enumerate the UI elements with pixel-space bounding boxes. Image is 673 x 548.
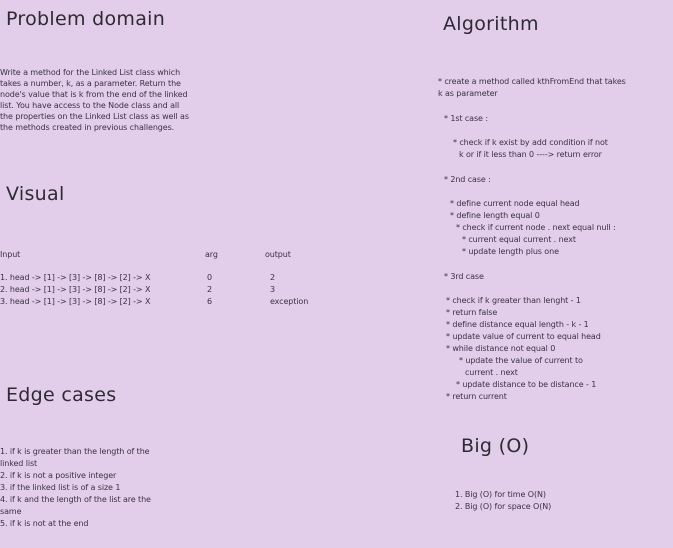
algorithm-line: * 3rd case [444, 272, 484, 281]
problem-line: Write a method for the Linked List class… [0, 68, 181, 77]
header-output: output [265, 250, 291, 259]
big-o-title: Big (O) [461, 435, 530, 457]
row-arg: 6 [207, 297, 212, 306]
algorithm-line: * check if k exist by add condition if n… [453, 138, 608, 147]
algorithm-line: * return current [446, 392, 507, 401]
visual-title: Visual [6, 183, 65, 205]
row-output: 3 [270, 285, 275, 294]
edge-line: 4. if k and the length of the list are t… [0, 495, 151, 504]
problem-line: the methods created in previous challeng… [0, 123, 175, 132]
algorithm-line: * update length plus one [462, 247, 559, 256]
algorithm-line: * 2nd case : [444, 175, 491, 184]
problem-line: list. You have access to the Node class … [0, 101, 180, 110]
edge-cases-title: Edge cases [6, 384, 117, 406]
header-input: Input [0, 250, 21, 259]
row-arg: 2 [207, 285, 212, 294]
problem-line: node's value that is k from the end of t… [0, 90, 188, 99]
edge-line: 2. if k is not a positive integer [0, 471, 117, 480]
edge-line: same [0, 507, 22, 516]
row-input: 2. head -> [1] -> [3] -> [8] -> [2] -> X [0, 285, 151, 294]
algorithm-line: * return false [446, 308, 498, 317]
edge-line: 5. if k is not at the end [0, 519, 89, 528]
algorithm-line: * current equal current . next [462, 235, 576, 244]
row-input: 3. head -> [1] -> [3] -> [8] -> [2] -> X [0, 297, 151, 306]
algorithm-line: * create a method called kthFromEnd that… [438, 77, 626, 86]
algorithm-line: * update the value of current to [459, 356, 583, 365]
algorithm-line: * while distance not equal 0 [446, 344, 556, 353]
algorithm-title: Algorithm [443, 13, 539, 35]
algorithm-line: * define current node equal head [450, 199, 580, 208]
algorithm-line: * check if current node . next equal nul… [456, 223, 616, 232]
algorithm-line: * define distance equal length - k - 1 [446, 320, 589, 329]
algorithm-line: * define length equal 0 [450, 211, 540, 220]
row-arg: 0 [207, 273, 212, 282]
row-output: exception [270, 297, 309, 306]
edge-line: linked list [0, 459, 38, 468]
algorithm-line: k or if it less than 0 ----> return erro… [459, 150, 602, 159]
edge-line: 3. if the linked list is of a size 1 [0, 483, 121, 492]
algorithm-line: k as parameter [438, 89, 498, 98]
algorithm-line: current . next [465, 368, 518, 377]
algorithm-line: * 1st case : [444, 114, 488, 123]
row-output: 2 [270, 273, 275, 282]
big-o-line: 2. Big (O) for space O(N) [455, 502, 552, 511]
problem-domain-title: Problem domain [6, 8, 166, 30]
algorithm-line: * update value of current to equal head [446, 332, 601, 341]
problem-line: takes a number, k, as a parameter. Retur… [0, 79, 181, 88]
row-input: 1. head -> [1] -> [3] -> [8] -> [2] -> X [0, 273, 151, 282]
algorithm-line: * update distance to be distance - 1 [456, 380, 597, 389]
header-arg: arg [205, 250, 218, 259]
edge-line: 1. if k is greater than the length of th… [0, 447, 150, 456]
problem-line: the properties on the Linked List class … [0, 112, 189, 121]
big-o-line: 1. Big (O) for time O(N) [455, 490, 546, 499]
algorithm-line: * check if k greater than lenght - 1 [446, 296, 581, 305]
